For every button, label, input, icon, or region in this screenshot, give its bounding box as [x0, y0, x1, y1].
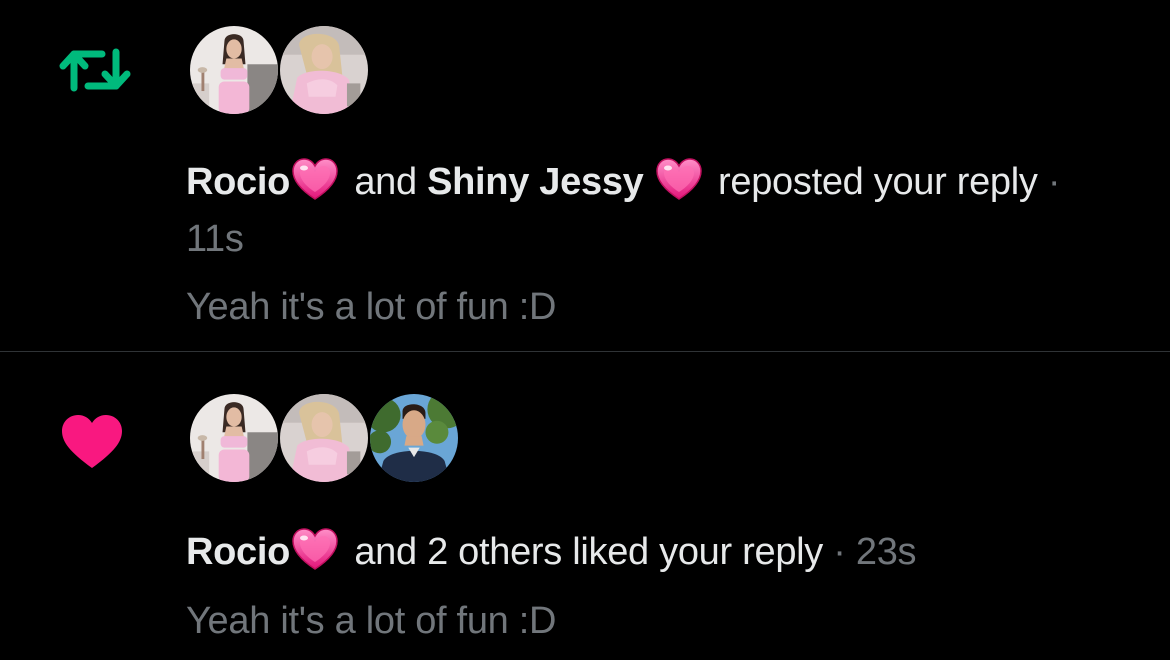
repost-icon: [58, 44, 132, 96]
separator-dot: ·: [1037, 161, 1061, 203]
heart-icon: [58, 412, 126, 472]
timestamp: 23s: [855, 531, 917, 573]
avatar-shiny-jessy[interactable]: [278, 392, 370, 484]
notification-text: Rocio and 2 others liked your reply · 23…: [186, 524, 1106, 581]
action-text: reposted your reply: [707, 161, 1038, 203]
pink-heart-emoji-icon: [290, 526, 340, 572]
avatar-rocio[interactable]: [188, 392, 280, 484]
timestamp: 11s: [186, 218, 244, 260]
separator-dot: ·: [823, 531, 856, 573]
action-text: and 2 others liked your reply: [344, 531, 823, 573]
avatar-third-user[interactable]: [368, 392, 460, 484]
pink-heart-emoji-icon: [290, 156, 340, 202]
avatar-shiny-jessy[interactable]: [278, 24, 370, 116]
avatar-group: [188, 24, 370, 116]
pink-heart-emoji-icon: [654, 156, 704, 202]
user-name-rocio[interactable]: Rocio: [186, 531, 290, 573]
avatar-group: [188, 392, 460, 484]
connector-text: and: [344, 161, 428, 203]
user-name-shiny-jessy[interactable]: Shiny Jessy: [427, 161, 644, 203]
reply-snippet[interactable]: Yeah it's a lot of fun :D: [186, 286, 556, 329]
avatar-rocio[interactable]: [188, 24, 280, 116]
notification-repost[interactable]: Rocio and Shiny Jessy reposted your repl…: [0, 0, 1170, 351]
reply-snippet[interactable]: Yeah it's a lot of fun :D: [186, 600, 556, 643]
notification-text: Rocio and Shiny Jessy reposted your repl…: [186, 154, 1106, 268]
user-name-rocio[interactable]: Rocio: [186, 161, 290, 203]
notification-like[interactable]: Rocio and 2 others liked your reply · 23…: [0, 352, 1170, 660]
